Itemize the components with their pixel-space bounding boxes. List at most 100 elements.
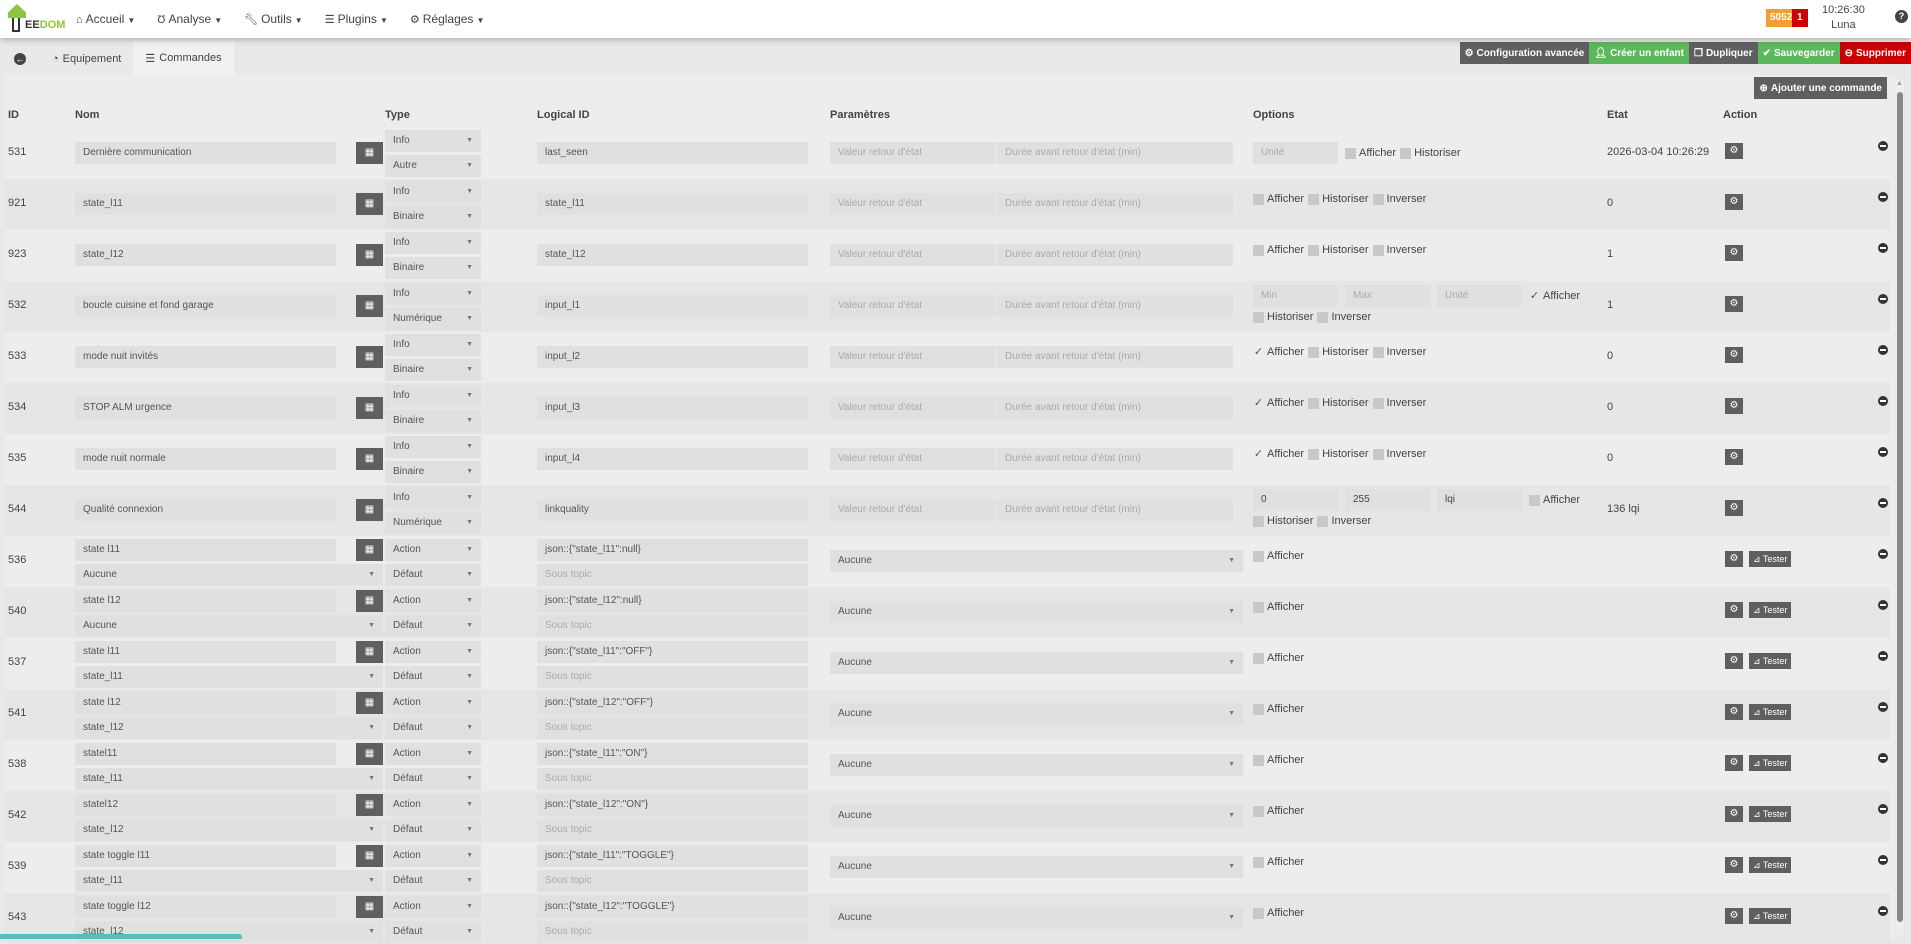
return-delay-input[interactable]: Durée avant retour d'état (min) xyxy=(997,448,1233,470)
icon-picker-button[interactable]: ▦ xyxy=(356,142,383,164)
subtype-select[interactable]: Autre xyxy=(385,155,481,177)
return-delay-input[interactable]: Durée avant retour d'état (min) xyxy=(997,397,1233,419)
test-button[interactable]: ⊿ Tester xyxy=(1749,653,1792,669)
checkbox-inverser[interactable]: Inverser xyxy=(1372,397,1426,409)
type-select[interactable]: Action xyxy=(385,743,481,765)
remove-command-icon[interactable] xyxy=(1878,294,1888,304)
remove-command-icon[interactable] xyxy=(1878,447,1888,457)
duplicate-button[interactable]: ❐ Dupliquer xyxy=(1688,42,1758,64)
checkbox-afficher[interactable]: Afficher xyxy=(1253,193,1304,205)
option-input[interactable]: 255 xyxy=(1345,489,1430,511)
subtype-select[interactable]: Numérique xyxy=(385,512,481,534)
checkbox-box[interactable] xyxy=(1253,907,1264,919)
test-button[interactable]: ⊿ Tester xyxy=(1749,704,1792,720)
sub-topic-input[interactable]: Sous topic xyxy=(537,615,808,637)
checkbox-afficher[interactable]: Afficher xyxy=(1253,703,1304,715)
checkbox-afficher[interactable]: ✓ Afficher xyxy=(1253,346,1304,358)
type-select[interactable]: Action xyxy=(385,641,481,663)
checkbox-box[interactable] xyxy=(1345,147,1356,159)
subtype-select[interactable]: Défaut xyxy=(385,921,481,943)
cogs-icon[interactable]: ⚙ xyxy=(1725,500,1743,516)
value-select[interactable]: state_l12 xyxy=(75,921,383,943)
cogs-icon[interactable]: ⚙ xyxy=(1725,602,1743,618)
logical-id-input[interactable]: json::{"state_l11":null} xyxy=(537,539,808,561)
cogs-icon[interactable]: ⚙ xyxy=(1725,908,1743,924)
advanced-config-button[interactable]: ⚙ Configuration avancée xyxy=(1459,42,1590,64)
type-select[interactable]: Info xyxy=(385,181,481,203)
logical-id-input[interactable]: state_l12 xyxy=(537,244,808,266)
cogs-icon[interactable]: ⚙ xyxy=(1725,347,1743,363)
checkmark-icon[interactable]: ✓ xyxy=(1253,448,1264,460)
icon-picker-button[interactable]: ▦ xyxy=(356,743,383,765)
messages-badge[interactable]: 5052 xyxy=(1766,9,1792,27)
checkbox-box[interactable] xyxy=(1308,193,1320,205)
return-delay-input[interactable]: Durée avant retour d'état (min) xyxy=(997,346,1233,368)
icon-picker-button[interactable]: ▦ xyxy=(356,845,383,867)
jeedom-logo[interactable]: EEDOM xyxy=(6,4,65,34)
logical-id-input[interactable]: json::{"state_l12":"TOGGLE"} xyxy=(537,896,808,918)
checkbox-box[interactable] xyxy=(1253,703,1264,715)
type-select[interactable]: Info xyxy=(385,487,481,509)
cogs-icon[interactable]: ⚙ xyxy=(1725,755,1743,771)
cogs-icon[interactable]: ⚙ xyxy=(1725,449,1743,465)
checkbox-historiser[interactable]: Historiser xyxy=(1308,193,1369,205)
checkbox-afficher[interactable]: Afficher xyxy=(1253,754,1304,766)
cogs-icon[interactable]: ⚙ xyxy=(1725,653,1743,669)
cogs-icon[interactable]: ⚙ xyxy=(1725,245,1743,261)
command-name-input[interactable]: Qualité connexion xyxy=(75,499,336,521)
user-name[interactable]: Luna xyxy=(1822,18,1865,33)
command-name-input[interactable]: mode nuit invités xyxy=(75,346,336,368)
return-value-input[interactable]: Valeur retour d'état xyxy=(830,448,996,470)
checkbox-box[interactable] xyxy=(1372,397,1384,409)
remove-command-icon[interactable] xyxy=(1878,753,1888,763)
subtype-select[interactable]: Défaut xyxy=(385,870,481,892)
checkbox-box[interactable] xyxy=(1372,193,1384,205)
cogs-icon[interactable]: ⚙ xyxy=(1725,296,1743,312)
cogs-icon[interactable]: ⚙ xyxy=(1725,704,1743,720)
subtype-select[interactable]: Binaire xyxy=(385,359,481,381)
logical-id-input[interactable]: input_l3 xyxy=(537,397,808,419)
checkbox-afficher[interactable]: Afficher xyxy=(1253,805,1304,817)
logical-id-input[interactable]: input_l4 xyxy=(537,448,808,470)
value-select[interactable]: Aucune xyxy=(75,615,383,637)
logical-id-input[interactable]: last_seen xyxy=(537,142,808,164)
remove-command-icon[interactable] xyxy=(1878,396,1888,406)
save-button[interactable]: ✔ Sauvegarder xyxy=(1757,42,1840,64)
checkbox-inverser[interactable]: Inverser xyxy=(1372,193,1426,205)
sub-topic-input[interactable]: Sous topic xyxy=(537,870,808,892)
checkbox-afficher[interactable]: ✓ Afficher xyxy=(1253,397,1304,409)
logical-id-input[interactable]: json::{"state_l12":"OFF"} xyxy=(537,692,808,714)
sub-topic-input[interactable]: Sous topic xyxy=(537,564,808,586)
sub-topic-input[interactable]: Sous topic xyxy=(537,819,808,841)
command-name-input[interactable]: state toggle l12 xyxy=(75,896,336,918)
checkbox-afficher[interactable]: Afficher xyxy=(1529,494,1580,506)
add-command-button[interactable]: ⊕ Ajouter une commande xyxy=(1754,77,1887,99)
remove-command-icon[interactable] xyxy=(1878,702,1888,712)
checkbox-historiser[interactable]: Historiser xyxy=(1253,311,1313,323)
type-select[interactable]: Action xyxy=(385,794,481,816)
checkbox-box[interactable] xyxy=(1372,346,1384,358)
cogs-icon[interactable]: ⚙ xyxy=(1725,398,1743,414)
command-name-input[interactable]: state l12 xyxy=(75,692,336,714)
type-select[interactable]: Info xyxy=(385,130,481,152)
checkbox-inverser[interactable]: Inverser xyxy=(1372,346,1426,358)
icon-picker-button[interactable]: ▦ xyxy=(356,692,383,714)
menu-analyse[interactable]: Ʊ Analyse ▼ xyxy=(157,12,222,26)
back-button[interactable]: ← xyxy=(0,41,40,77)
checkbox-box[interactable] xyxy=(1308,448,1320,460)
checkbox-box[interactable] xyxy=(1253,601,1264,613)
param-select[interactable]: Aucune xyxy=(830,703,1243,725)
logical-id-input[interactable]: state_l11 xyxy=(537,193,808,215)
scrollbar[interactable]: ▲ xyxy=(1896,80,1904,935)
return-value-input[interactable]: Valeur retour d'état xyxy=(830,397,996,419)
checkbox-afficher[interactable]: Afficher xyxy=(1253,601,1304,613)
test-button[interactable]: ⊿ Tester xyxy=(1749,551,1792,567)
value-select[interactable]: state_l12 xyxy=(75,819,383,841)
param-select[interactable]: Aucune xyxy=(830,856,1243,878)
checkbox-box[interactable] xyxy=(1253,311,1264,323)
param-select[interactable]: Aucune xyxy=(830,550,1243,572)
checkbox-afficher[interactable]: Afficher xyxy=(1253,550,1304,562)
checkbox-box[interactable] xyxy=(1529,494,1540,506)
icon-picker-button[interactable]: ▦ xyxy=(356,896,383,918)
checkbox-inverser[interactable]: Inverser xyxy=(1372,448,1426,460)
